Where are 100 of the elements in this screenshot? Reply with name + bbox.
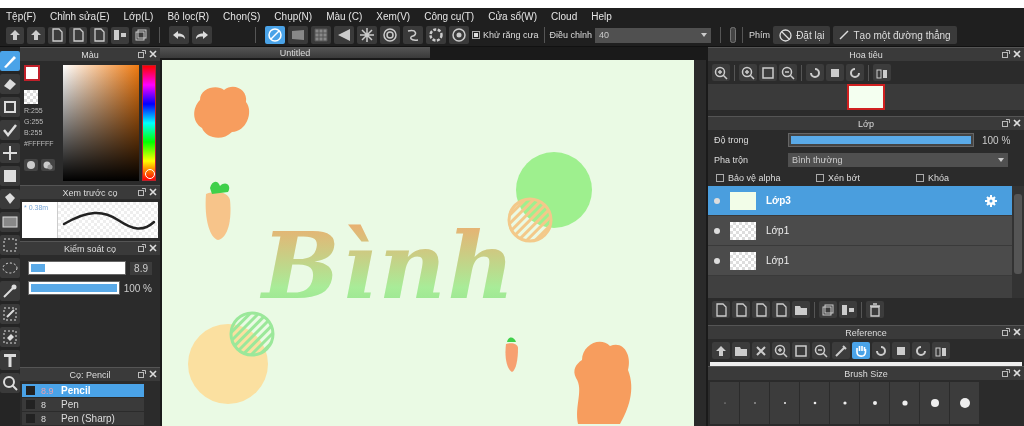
tool-button[interactable] <box>0 235 20 255</box>
scrollbar-thumb[interactable] <box>1014 194 1022 274</box>
visibility-icon[interactable] <box>714 227 720 234</box>
close-button[interactable] <box>752 342 770 359</box>
layer-option-checkbox[interactable]: Xén bớt <box>816 173 916 183</box>
export-button[interactable] <box>27 26 45 44</box>
snap-button[interactable] <box>403 26 423 44</box>
redo-icon <box>194 28 210 42</box>
flip-button[interactable] <box>873 64 891 81</box>
tool-button[interactable] <box>0 304 20 324</box>
upload-button[interactable] <box>712 342 730 359</box>
document-tab[interactable]: Untitled <box>160 47 430 58</box>
square-button[interactable] <box>826 64 844 81</box>
menu-item[interactable]: Chọn(S) <box>223 10 261 22</box>
menu-item[interactable]: Chỉnh sửa(E) <box>50 10 110 22</box>
new-layer-icon <box>733 301 749 318</box>
merge-button[interactable] <box>839 301 857 318</box>
menu-item[interactable]: Xem(V) <box>376 10 411 22</box>
duplicate-button[interactable] <box>819 301 837 318</box>
rotate-left-button[interactable] <box>806 64 824 81</box>
folder-button[interactable] <box>792 301 810 318</box>
foreground-swatch[interactable] <box>24 65 40 81</box>
zoom-out-button[interactable] <box>812 342 830 359</box>
redo-button[interactable] <box>192 26 212 44</box>
eyedropper-button[interactable] <box>832 342 850 359</box>
carrot-drawing <box>205 181 231 240</box>
rotate-right-button[interactable] <box>846 64 864 81</box>
color-field[interactable] <box>63 65 139 181</box>
snap-button[interactable] <box>357 26 377 44</box>
menu-item[interactable]: Chụp(N) <box>274 10 313 22</box>
lettering-text: Bình <box>262 212 517 320</box>
menu-item[interactable]: Lớp(L) <box>123 10 154 22</box>
brush-size-option[interactable] <box>920 382 949 424</box>
folder-button[interactable] <box>732 342 750 359</box>
tool-button[interactable] <box>0 143 20 163</box>
zoom-in-button[interactable] <box>712 64 730 81</box>
line-button[interactable]: Tạo một đường thẳng <box>833 26 957 44</box>
square-button[interactable] <box>892 342 910 359</box>
tool-button[interactable] <box>0 258 20 278</box>
blend-dropdown[interactable]: Bình thường <box>788 153 1008 167</box>
undo-button[interactable] <box>169 26 189 44</box>
brush-row[interactable]: 8 Pen (Sharp) <box>22 412 144 426</box>
tool-button[interactable] <box>0 97 20 117</box>
zoom-out-icon <box>813 342 829 359</box>
rotate-right-button[interactable] <box>912 342 930 359</box>
snap-button[interactable] <box>288 26 308 44</box>
brush-row[interactable]: 8 Pen <box>22 398 144 412</box>
tool-button[interactable] <box>0 350 20 370</box>
hand-button[interactable] <box>852 342 870 359</box>
menu-item[interactable]: Bộ lọc(R) <box>167 10 210 22</box>
menu-item[interactable]: Tệp(F) <box>6 10 36 22</box>
brush-name: Pen <box>61 399 79 410</box>
new-layer-button[interactable] <box>752 301 770 318</box>
add-layer-button[interactable] <box>772 301 790 318</box>
menu-item[interactable]: Cửa sổ(W) <box>488 10 538 22</box>
concentric-icon <box>382 27 398 43</box>
size-value: 8.9 <box>130 261 152 275</box>
fit-button[interactable] <box>792 342 810 359</box>
tool-button[interactable] <box>0 189 20 209</box>
tool-button[interactable] <box>0 327 20 347</box>
size-slider[interactable] <box>28 261 127 275</box>
layer-row[interactable]: Lớp1 <box>708 246 1012 276</box>
antialias-checkbox[interactable]: Khử răng cưa <box>472 30 539 40</box>
menu-item[interactable]: Màu (C) <box>326 10 363 22</box>
new-layer-button[interactable] <box>712 301 730 318</box>
menu-item[interactable]: Cloud <box>551 10 578 22</box>
fit-button[interactable] <box>759 64 777 81</box>
tool-button[interactable] <box>0 373 20 393</box>
brush-size-option[interactable] <box>950 382 979 424</box>
layer-row[interactable]: Lớp1 <box>708 216 1012 246</box>
tool-button[interactable] <box>0 212 20 232</box>
delete-button[interactable] <box>866 301 884 318</box>
undock-icon <box>1002 328 1010 336</box>
snap-button[interactable] <box>265 26 285 44</box>
reset-button[interactable]: Đặt lại <box>773 26 831 44</box>
tool-button[interactable] <box>0 281 20 301</box>
layer-option-checkbox[interactable]: Bảo vệ alpha <box>716 173 816 183</box>
scrollbar[interactable] <box>694 60 706 426</box>
navigator-thumbnail[interactable] <box>847 84 885 110</box>
undock-icon <box>138 188 146 196</box>
page-button[interactable] <box>90 26 108 44</box>
transparent-swatch[interactable] <box>24 90 38 104</box>
tool-button[interactable] <box>0 74 20 94</box>
menu-item[interactable]: Công cụ(T) <box>424 10 475 22</box>
new-layer-button[interactable] <box>732 301 750 318</box>
layer-option-checkbox[interactable]: Khóa <box>916 173 1016 183</box>
rotate-left-button[interactable] <box>872 342 890 359</box>
snap-button[interactable] <box>380 26 400 44</box>
zoom-out-button[interactable] <box>779 64 797 81</box>
zoom-in-button[interactable] <box>739 64 757 81</box>
tool-button[interactable] <box>0 120 20 140</box>
zoom-in-button[interactable] <box>772 342 790 359</box>
snap-button[interactable] <box>449 26 469 44</box>
tool-button[interactable] <box>0 166 20 186</box>
menu-item[interactable]: Help <box>591 10 612 22</box>
snap-button[interactable] <box>426 26 446 44</box>
adjust-dropdown[interactable]: 40 <box>595 27 712 43</box>
visibility-icon[interactable] <box>714 257 720 264</box>
flip-button[interactable] <box>932 342 950 359</box>
snap-button[interactable] <box>334 26 354 44</box>
